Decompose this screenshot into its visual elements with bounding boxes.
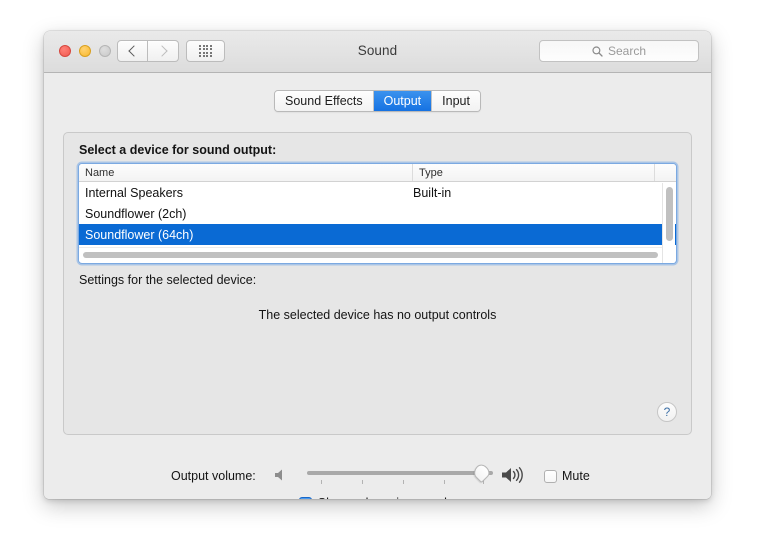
output-volume-row: Output volume: Mute	[44, 461, 711, 490]
checkmark-icon	[301, 499, 310, 500]
device-name: Internal Speakers	[85, 185, 183, 200]
sound-preferences-window: Sound Search Sound Effects Output Input …	[44, 31, 711, 499]
device-name: Soundflower (2ch)	[85, 206, 187, 221]
search-placeholder: Search	[607, 44, 647, 58]
show-volume-checkbox[interactable]	[298, 496, 312, 500]
search-field[interactable]: Search	[539, 40, 699, 62]
tab-input[interactable]: Input	[432, 91, 480, 111]
device-name: Soundflower (64ch)	[85, 227, 194, 242]
mute-checkbox-group[interactable]: Mute	[544, 469, 590, 483]
table-body: Internal Speakers Built-in Soundflower (…	[79, 182, 676, 262]
tab-output[interactable]: Output	[373, 91, 433, 111]
speaker-icon	[273, 467, 289, 488]
device-table[interactable]: Name Type Internal Speakers Built-in Sou…	[79, 164, 676, 263]
horizontal-scrollbar-thumb[interactable]	[83, 252, 658, 258]
search-icon	[592, 45, 603, 57]
output-panel: Select a device for sound output: Name T…	[63, 132, 692, 435]
column-header-type[interactable]: Type	[413, 164, 655, 181]
table-row-selected[interactable]: Soundflower (64ch)	[79, 224, 676, 245]
table-horizontal-scrollbar[interactable]	[79, 247, 662, 262]
output-volume-slider[interactable]	[307, 461, 493, 489]
tab-bar: Sound Effects Output Input	[44, 90, 711, 112]
output-volume-label: Output volume:	[171, 469, 256, 483]
window-titlebar: Sound Search	[44, 31, 711, 73]
slider-ticks	[307, 480, 493, 485]
tab-sound-effects[interactable]: Sound Effects	[275, 91, 374, 111]
preferences-body: Sound Effects Output Input Select a devi…	[44, 73, 711, 499]
vertical-scrollbar-thumb[interactable]	[666, 187, 673, 241]
table-row[interactable]: Internal Speakers Built-in	[79, 182, 676, 203]
column-header-spacer	[655, 164, 676, 181]
show-volume-label: Show volume in menu bar	[318, 496, 463, 499]
table-row[interactable]: Soundflower (2ch)	[79, 203, 676, 224]
settings-label: Settings for the selected device:	[79, 273, 257, 287]
show-volume-checkbox-group[interactable]: Show volume in menu bar	[298, 496, 463, 500]
speaker-waves-icon	[500, 465, 530, 490]
column-header-name[interactable]: Name	[79, 164, 413, 181]
help-button[interactable]: ?	[657, 402, 677, 422]
table-vertical-scrollbar[interactable]	[662, 183, 675, 263]
select-device-label: Select a device for sound output:	[79, 143, 277, 157]
mute-label: Mute	[562, 469, 590, 483]
table-header-row: Name Type	[79, 164, 676, 182]
no-output-controls-message: The selected device has no output contro…	[258, 308, 497, 322]
slider-track[interactable]	[307, 471, 493, 475]
show-volume-row: Show volume in menu bar	[44, 496, 711, 499]
device-type: Built-in	[413, 185, 452, 200]
mute-checkbox[interactable]	[544, 469, 557, 483]
